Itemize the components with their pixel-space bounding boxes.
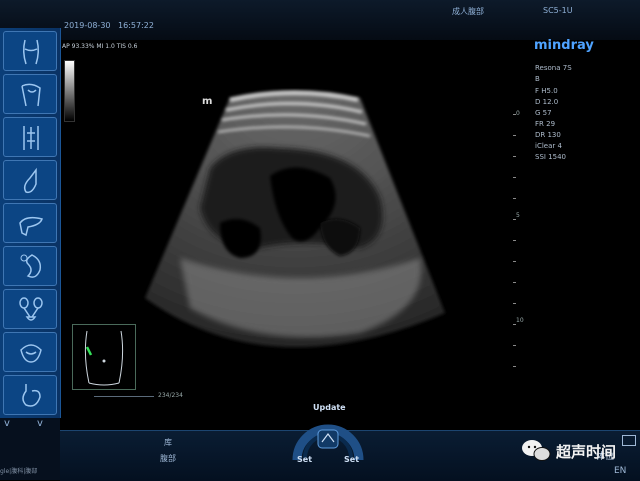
depth-tick bbox=[513, 324, 516, 325]
depth-tick bbox=[513, 303, 516, 304]
exam-date: 2019-08-30 bbox=[64, 21, 111, 30]
preset-pancreas-button[interactable] bbox=[3, 203, 57, 243]
exam-preset[interactable]: 成人腹部 bbox=[452, 6, 484, 17]
param-dynamic-range: DR 130 bbox=[535, 131, 561, 139]
stomach-icon bbox=[22, 384, 41, 407]
wechat-icon bbox=[522, 440, 551, 461]
param-frequency: F H5.0 bbox=[535, 87, 558, 95]
probe-marker bbox=[85, 346, 93, 356]
depth-tick bbox=[513, 240, 516, 241]
preset-organ-button[interactable] bbox=[3, 332, 57, 372]
preset-abdomen-button[interactable] bbox=[3, 31, 57, 71]
system-model: Resona 7S bbox=[535, 64, 572, 72]
preset-spine-button[interactable] bbox=[3, 117, 57, 157]
param-iclear: iClear 4 bbox=[535, 142, 562, 150]
body-mark[interactable] bbox=[72, 324, 136, 390]
abdomen-icon bbox=[22, 39, 40, 65]
organ-icon bbox=[20, 344, 42, 363]
cine-bar[interactable] bbox=[94, 396, 154, 397]
scroll-down-left-icon[interactable]: v bbox=[4, 418, 10, 429]
preset-stomach-button[interactable] bbox=[3, 375, 57, 415]
library-button[interactable]: 库 bbox=[164, 437, 172, 448]
brand-logo: mindray bbox=[534, 38, 594, 53]
param-gain: G 57 bbox=[535, 109, 552, 117]
depth-tick bbox=[513, 135, 516, 136]
preset-gallbladder-button[interactable] bbox=[3, 160, 57, 200]
depth-tick bbox=[513, 261, 516, 262]
watermark-text: 超声时间 bbox=[556, 443, 617, 461]
pancreas-icon bbox=[19, 216, 43, 237]
preset-liver-button[interactable] bbox=[3, 74, 57, 114]
param-frame-rate: FR 29 bbox=[535, 120, 556, 128]
depth-label-5: 5 bbox=[516, 212, 520, 219]
depth-tick bbox=[513, 219, 516, 220]
gallbladder-icon bbox=[23, 167, 37, 194]
probe-name[interactable]: SC5-1U bbox=[543, 6, 573, 15]
depth-tick bbox=[513, 177, 516, 178]
keyboard-icon[interactable] bbox=[622, 435, 636, 446]
liver-icon bbox=[21, 83, 41, 107]
spine-icon bbox=[23, 126, 39, 150]
urinary-icon bbox=[19, 297, 43, 321]
depth-tick bbox=[513, 282, 516, 283]
torso-icon bbox=[84, 330, 124, 386]
depth-tick bbox=[513, 198, 516, 199]
imaging-mode: B bbox=[535, 75, 540, 83]
body-preset-button[interactable]: 腹部 bbox=[160, 453, 176, 464]
depth-tick bbox=[513, 156, 516, 157]
param-depth: D 12.0 bbox=[535, 98, 559, 106]
preset-sidebar bbox=[0, 28, 61, 418]
update-button[interactable]: Update bbox=[313, 403, 346, 412]
cine-counter: 234/234 bbox=[158, 392, 183, 399]
scroll-down-right-icon[interactable]: v bbox=[37, 418, 43, 429]
language-indicator[interactable]: EN bbox=[614, 466, 626, 476]
preset-urinary-button[interactable] bbox=[3, 289, 57, 329]
depth-label-10: 10 bbox=[516, 317, 524, 324]
depth-tick bbox=[513, 366, 516, 367]
set-right-button[interactable]: Set bbox=[344, 455, 359, 464]
exam-time: 16:57:22 bbox=[118, 21, 154, 30]
sidebar-footer-label: gle|腹科|腹部 bbox=[0, 468, 38, 475]
kidney-icon bbox=[20, 254, 42, 278]
set-left-button[interactable]: Set bbox=[297, 455, 312, 464]
depth-tick bbox=[513, 345, 516, 346]
image-marker: m bbox=[202, 96, 212, 107]
preset-kidney-button[interactable] bbox=[3, 246, 57, 286]
depth-label-0: 0 bbox=[516, 110, 520, 117]
acoustic-output: AP 93.33% MI 1.0 TIS 0.6 bbox=[62, 43, 138, 50]
param-ssi: SSI 1540 bbox=[535, 153, 566, 161]
